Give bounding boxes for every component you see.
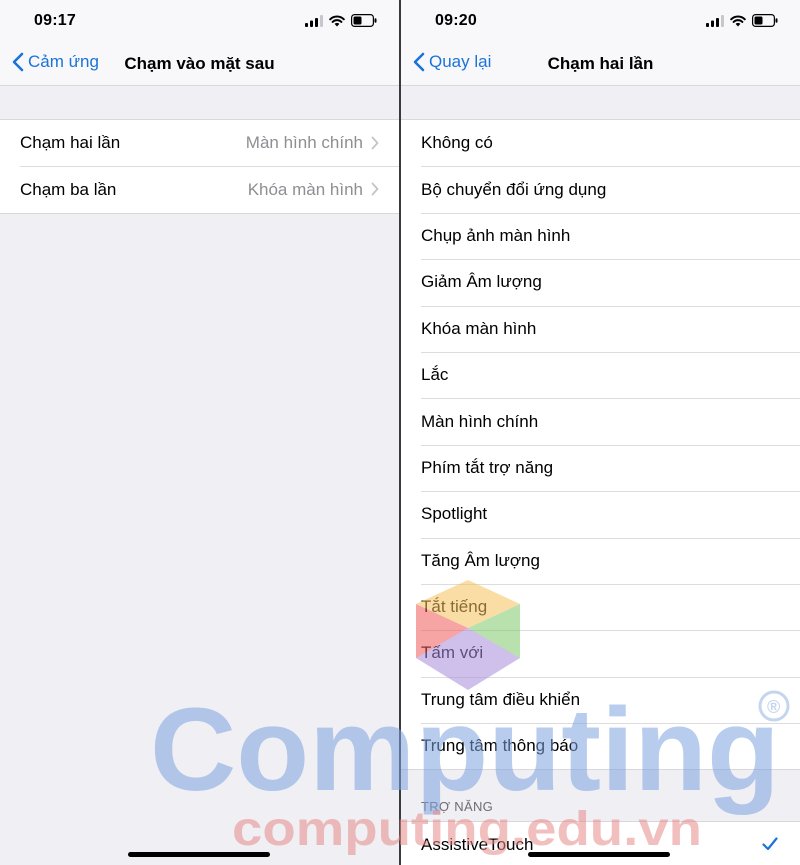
option-screenshot[interactable]: Chụp ảnh màn hình: [401, 212, 800, 259]
option-label: Trung tâm điều khiển: [421, 689, 581, 709]
option-label: Giảm Âm lượng: [421, 272, 542, 292]
option-label: Khóa màn hình: [421, 318, 537, 338]
option-volume-up[interactable]: Tăng Âm lượng: [401, 537, 800, 584]
left-screen: 09:17 Cảm ứng Chạm vào mặt sau Chạm hai …: [0, 0, 399, 865]
home-indicator: [528, 852, 670, 857]
option-label: Spotlight: [421, 504, 488, 524]
battery-icon: [752, 14, 778, 27]
row-label: Chạm hai lần: [20, 133, 121, 153]
option-label: Tấm với: [421, 643, 484, 663]
option-assistivetouch[interactable]: AssistiveTouch: [401, 822, 800, 865]
option-app-switcher[interactable]: Bộ chuyển đổi ứng dụng: [401, 166, 800, 212]
page-title: Chạm vào mặt sau: [124, 54, 275, 73]
option-mute[interactable]: Tắt tiếng: [401, 583, 800, 630]
signal-icon: [706, 14, 724, 27]
action-options-list: Không có Bộ chuyển đổi ứng dụng Chụp ảnh…: [401, 119, 800, 771]
option-notification-center[interactable]: Trung tâm thông báo: [401, 723, 800, 769]
navigation-bar: Quay lại Chạm hai lần: [401, 40, 800, 86]
option-spotlight[interactable]: Spotlight: [401, 491, 800, 537]
option-shake[interactable]: Lắc: [401, 351, 800, 398]
option-label: Trung tâm thông báo: [421, 736, 579, 756]
option-accessibility-shortcut[interactable]: Phím tắt trợ năng: [401, 444, 800, 491]
status-bar: 09:17: [0, 0, 399, 40]
option-home[interactable]: Màn hình chính: [401, 398, 800, 444]
wifi-icon: [329, 14, 345, 26]
double-tap-row[interactable]: Chạm hai lần Màn hình chính: [0, 120, 399, 166]
option-label: AssistiveTouch: [421, 835, 534, 855]
signal-icon: [305, 14, 323, 27]
chevron-right-icon: [371, 136, 379, 150]
status-time: 09:20: [435, 12, 477, 29]
checkmark-icon: [762, 837, 778, 851]
option-none[interactable]: Không có: [401, 120, 800, 166]
option-label: Không có: [421, 133, 493, 153]
battery-icon: [351, 14, 377, 27]
row-value: Khóa màn hình: [247, 179, 363, 199]
option-lock-screen[interactable]: Khóa màn hình: [401, 305, 800, 352]
section-header-accessibility: TRỢ NĂNG: [421, 799, 494, 814]
option-label: Phím tắt trợ năng: [421, 457, 554, 477]
right-screen: 09:20 Quay lại Chạm hai lần Không có Bộ …: [401, 0, 800, 865]
option-control-center[interactable]: Trung tâm điều khiển: [401, 676, 800, 723]
page-title: Chạm hai lần: [547, 54, 654, 73]
option-label: Bộ chuyển đổi ứng dụng: [421, 179, 607, 199]
option-label: Tăng Âm lượng: [421, 550, 540, 570]
row-label: Chạm ba lần: [20, 179, 117, 199]
option-label: Chụp ảnh màn hình: [421, 225, 571, 245]
status-time: 09:17: [34, 12, 76, 29]
accessibility-options-list: AssistiveTouch: [401, 821, 800, 865]
status-bar: 09:20: [401, 0, 800, 40]
row-value: Màn hình chính: [245, 133, 363, 153]
option-label: Lắc: [421, 365, 449, 385]
option-reachability[interactable]: Tấm với: [401, 630, 800, 676]
chevron-right-icon: [371, 182, 379, 196]
settings-group: Chạm hai lần Màn hình chính Chạm ba lần …: [0, 119, 399, 214]
triple-tap-row[interactable]: Chạm ba lần Khóa màn hình: [0, 166, 399, 212]
home-indicator: [128, 852, 270, 857]
option-label: Tắt tiếng: [421, 597, 488, 617]
option-label: Màn hình chính: [421, 411, 539, 431]
navigation-bar: Cảm ứng Chạm vào mặt sau: [0, 40, 399, 86]
wifi-icon: [730, 14, 746, 26]
option-volume-down[interactable]: Giảm Âm lượng: [401, 259, 800, 305]
